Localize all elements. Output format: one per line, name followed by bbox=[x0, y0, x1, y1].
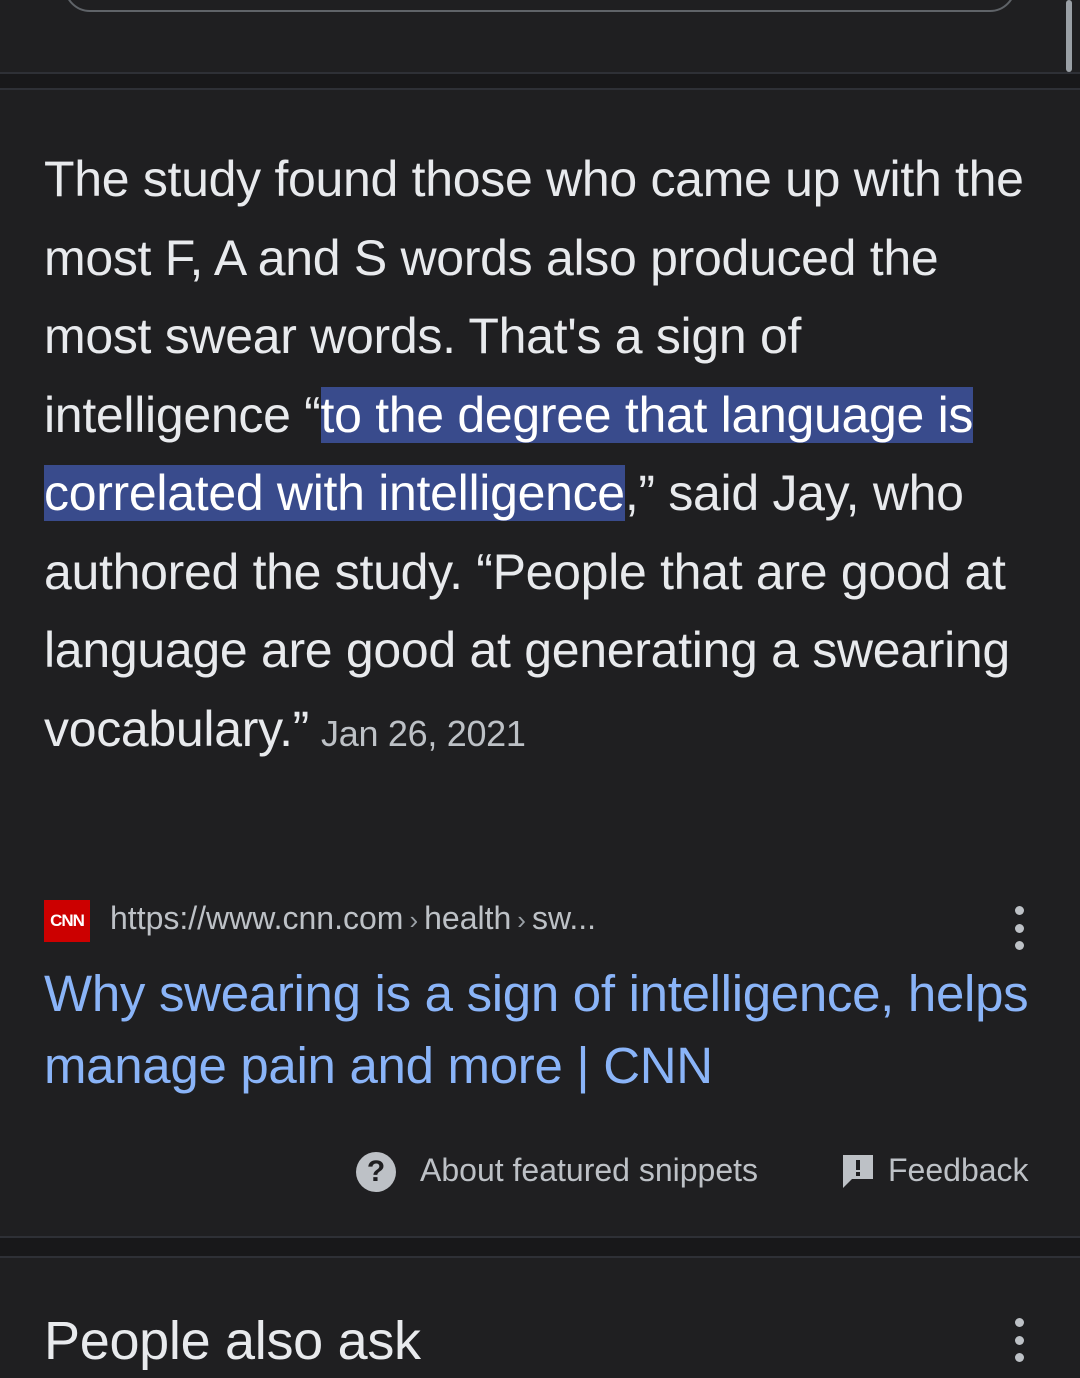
people-also-ask-heading: People also ask bbox=[44, 1311, 421, 1371]
snippet-date: Jan 26, 2021 bbox=[321, 712, 526, 754]
search-header-area bbox=[0, 0, 1080, 72]
featured-snippet-text: The study found those who came up with t… bbox=[44, 140, 1044, 773]
url-path-truncated: sw... bbox=[531, 900, 596, 936]
snippet-footer: ? About featured snippets Feedback bbox=[0, 1148, 1080, 1196]
feedback-link[interactable]: Feedback bbox=[888, 1152, 1029, 1189]
cnn-favicon-icon: CNN bbox=[44, 900, 90, 942]
breadcrumb-separator: › bbox=[409, 905, 419, 935]
scrollbar[interactable] bbox=[1066, 0, 1072, 72]
result-more-options-icon[interactable] bbox=[1012, 906, 1026, 950]
source-row[interactable]: CNN https://www.cnn.com › health › sw... bbox=[44, 898, 1040, 946]
paa-more-options-icon[interactable] bbox=[1012, 1318, 1026, 1362]
help-circle-icon[interactable]: ? bbox=[356, 1152, 396, 1192]
url-base: https://www.cnn.com bbox=[110, 900, 404, 936]
search-box[interactable] bbox=[64, 0, 1016, 12]
feedback-icon[interactable] bbox=[840, 1152, 876, 1192]
result-title-link[interactable]: Why swearing is a sign of intelligence, … bbox=[44, 958, 1044, 1102]
url-path-health: health bbox=[424, 900, 512, 936]
section-divider bbox=[0, 1236, 1080, 1258]
breadcrumb-separator: › bbox=[517, 905, 526, 935]
source-url[interactable]: https://www.cnn.com › health › sw... bbox=[110, 900, 596, 937]
about-featured-snippets-link[interactable]: About featured snippets bbox=[420, 1152, 758, 1189]
section-divider bbox=[0, 72, 1080, 90]
